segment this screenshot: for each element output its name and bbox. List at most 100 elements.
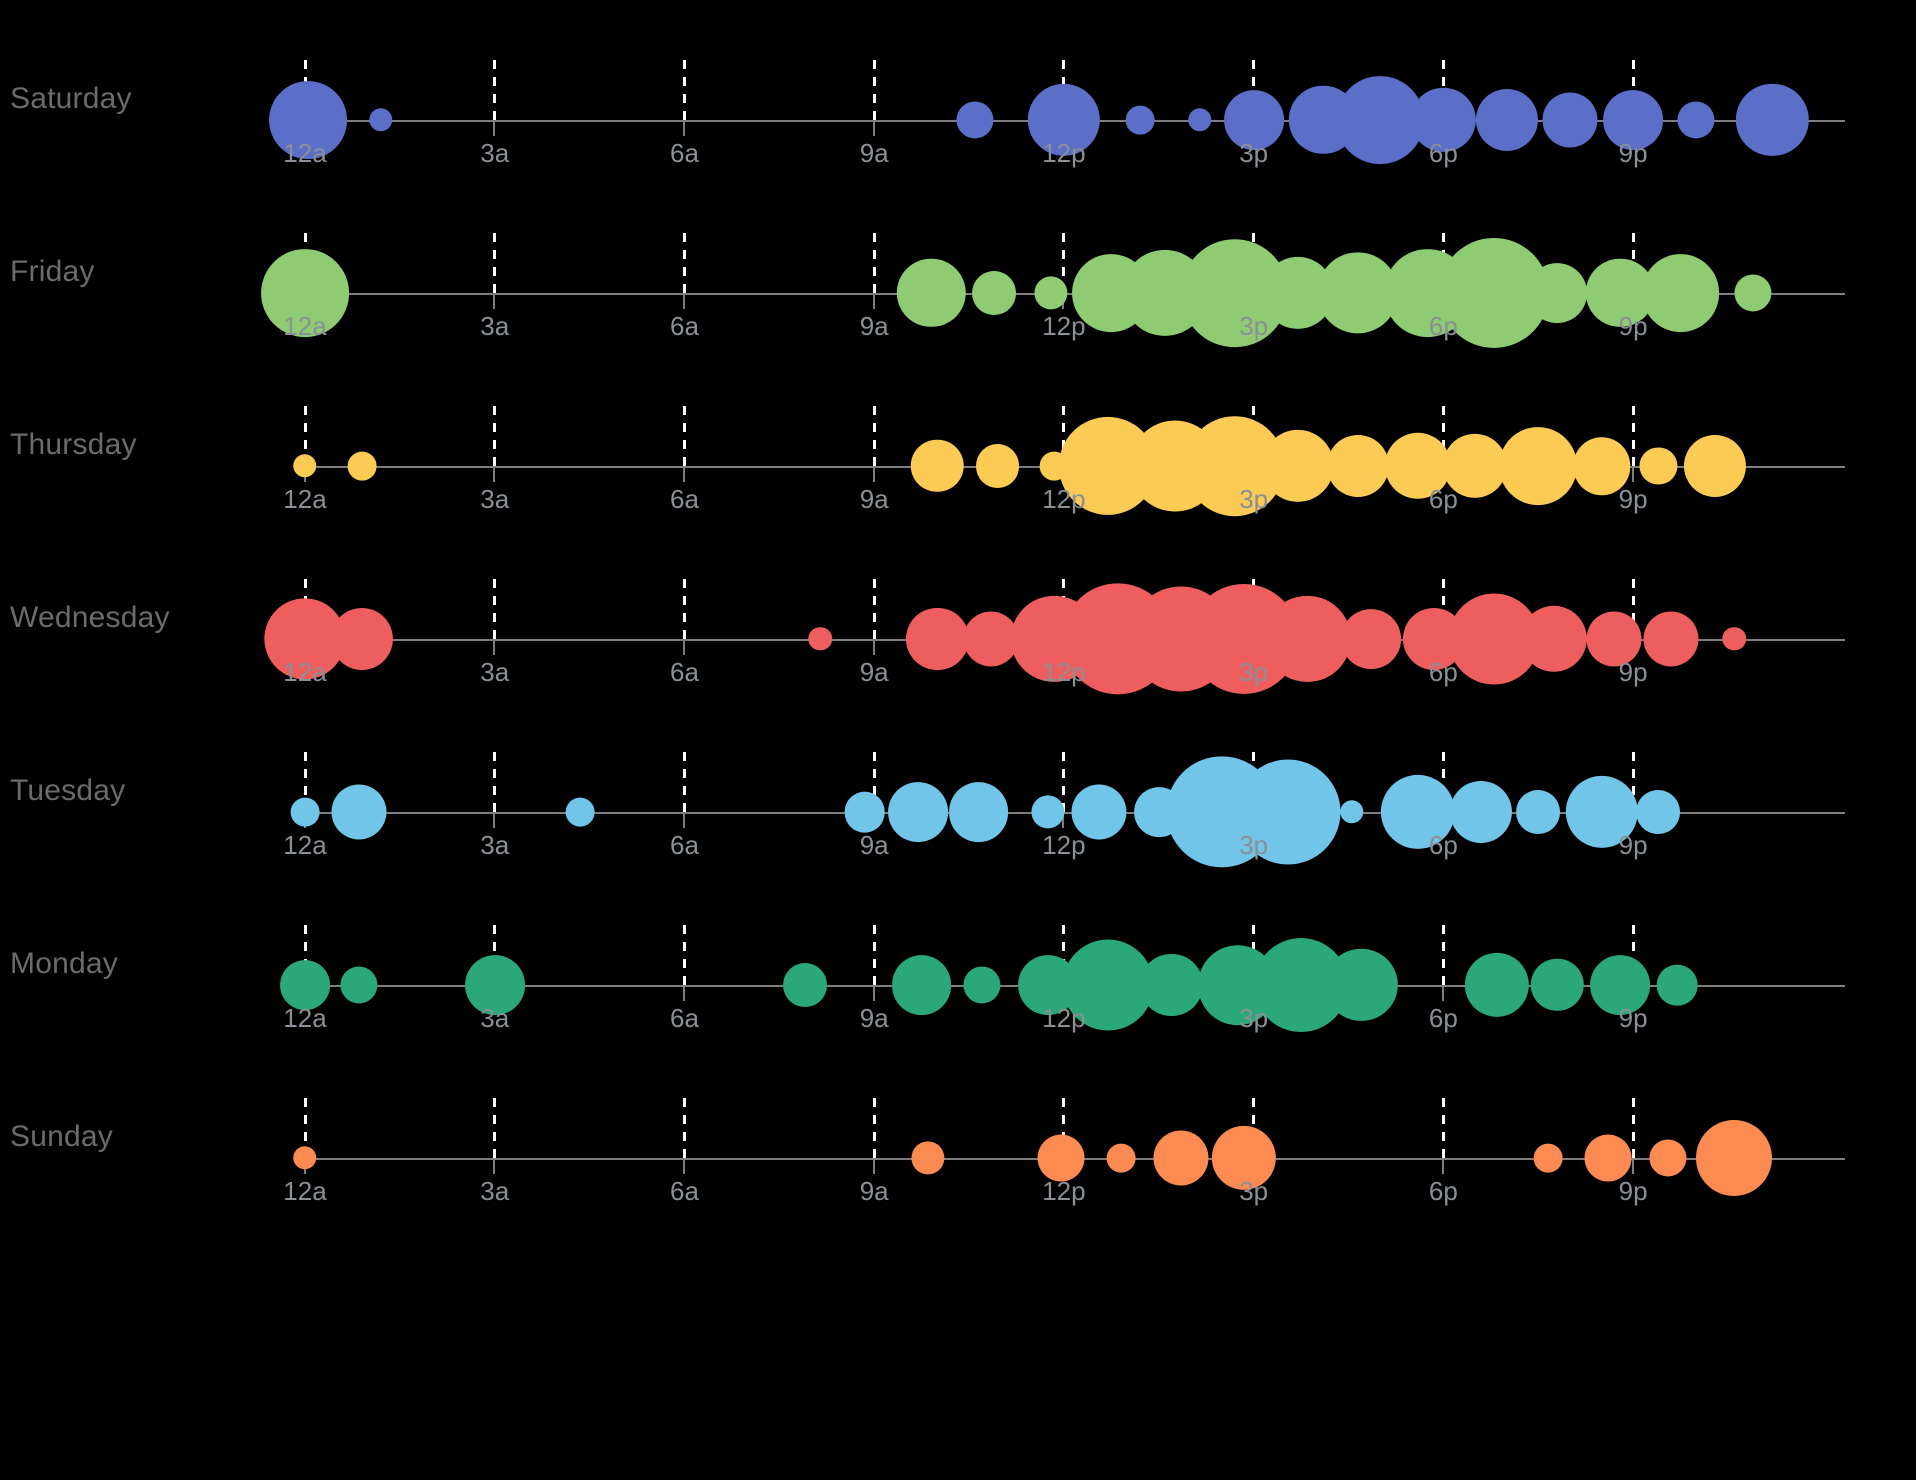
tick-label-3p: 3p	[1239, 657, 1269, 687]
bubble[interactable]	[1736, 83, 1809, 157]
tick-label-9a: 9a	[859, 1176, 889, 1206]
tick-label-12p: 12p	[1042, 1176, 1086, 1206]
tick-label-12p: 12p	[1042, 830, 1086, 860]
bubble[interactable]	[808, 627, 833, 651]
bubble[interactable]	[369, 108, 393, 132]
bubble[interactable]	[956, 101, 994, 139]
bubble[interactable]	[844, 791, 886, 833]
plot-area-thursday: 12a 3a 6a 9a 12p 3p 6p 9p	[283, 354, 1845, 527]
gridline-9a	[872, 233, 876, 293]
bubble[interactable]	[1533, 1143, 1563, 1173]
bubble[interactable]	[1325, 948, 1398, 1022]
bubble[interactable]	[1584, 1134, 1632, 1182]
bubble[interactable]	[948, 782, 1009, 842]
bubble[interactable]	[1722, 627, 1747, 651]
tick-label-6a: 6a	[669, 830, 699, 860]
day-label-monday: Monday	[10, 947, 118, 980]
tick-label-3p: 3p	[1239, 311, 1269, 341]
axis-tick-6a	[682, 295, 685, 309]
bubble[interactable]	[1450, 780, 1513, 844]
bubble[interactable]	[1125, 105, 1155, 135]
bubble[interactable]	[975, 444, 1020, 488]
bubble[interactable]	[331, 784, 387, 840]
bubble[interactable]	[1465, 952, 1530, 1018]
bubble[interactable]	[1734, 274, 1772, 312]
tick-label-12a: 12a	[283, 484, 327, 514]
bubble[interactable]	[1140, 953, 1203, 1017]
tick-label-3p: 3p	[1239, 830, 1269, 860]
bubble[interactable]	[1530, 958, 1584, 1012]
gridline-6a	[682, 233, 686, 293]
bubble[interactable]	[1339, 800, 1364, 824]
bubble[interactable]	[911, 1141, 945, 1175]
bubble[interactable]	[1643, 611, 1699, 667]
bubble[interactable]	[911, 439, 964, 493]
bubble[interactable]	[1475, 88, 1538, 152]
tick-label-6p: 6p	[1428, 657, 1458, 687]
bubble[interactable]	[1527, 263, 1588, 323]
plot-area-saturday: 12a 3a 6a 9a 12p 3p 6p 9p	[269, 8, 1845, 181]
bubble[interactable]	[1326, 434, 1390, 498]
bubble[interactable]	[1641, 254, 1720, 332]
axis-tick-9a	[872, 295, 875, 309]
bubble[interactable]	[1636, 790, 1681, 834]
bubble[interactable]	[906, 607, 969, 671]
bubble[interactable]	[1696, 1119, 1773, 1197]
bubble[interactable]	[888, 782, 949, 842]
tick-label-12p: 12p	[1042, 138, 1086, 168]
bubble[interactable]	[1106, 1143, 1136, 1173]
bubble[interactable]	[891, 955, 952, 1015]
bubble[interactable]	[1677, 101, 1715, 139]
bubble[interactable]	[896, 258, 966, 328]
bubble[interactable]	[293, 454, 317, 478]
bubble[interactable]	[1516, 790, 1561, 834]
tick-label-9p: 9p	[1618, 1176, 1648, 1206]
bubble[interactable]	[1649, 1139, 1687, 1177]
axis-tick-6a	[682, 1160, 685, 1174]
bubble[interactable]	[293, 1146, 317, 1170]
tick-label-12a: 12a	[283, 311, 327, 341]
plot-area-tuesday: 12a 3a 6a 9a 12p 3p 6p 9p	[283, 700, 1845, 873]
bubble[interactable]	[1031, 795, 1065, 829]
tick-label-9p: 9p	[1618, 1003, 1648, 1033]
bubble[interactable]	[1542, 92, 1598, 148]
bubble[interactable]	[565, 797, 595, 827]
bubble[interactable]	[1264, 595, 1351, 683]
axis-tick-6a	[682, 814, 685, 828]
bubble[interactable]	[1657, 964, 1698, 1006]
bubble[interactable]	[782, 963, 827, 1007]
tick-label-9p: 9p	[1618, 138, 1648, 168]
gridline-6a	[682, 925, 686, 985]
bubble[interactable]	[1684, 434, 1747, 498]
bubble[interactable]	[963, 966, 1001, 1004]
tick-label-9a: 9a	[859, 484, 889, 514]
tick-label-12p: 12p	[1042, 1003, 1086, 1033]
bubble[interactable]	[1037, 1134, 1085, 1182]
bubble[interactable]	[340, 966, 378, 1004]
bubble[interactable]	[347, 451, 377, 481]
bubble[interactable]	[290, 797, 320, 827]
tick-label-12p: 12p	[1042, 311, 1086, 341]
gridline-3a	[493, 60, 497, 120]
bubble[interactable]	[1639, 447, 1677, 485]
gridline-6a	[682, 406, 686, 466]
gridline-3a	[493, 752, 497, 812]
bubble[interactable]	[1520, 605, 1588, 673]
day-row-tuesday: Tuesday 12a 3a 6a 9a 12p 3p 6p 9p	[0, 700, 1916, 873]
day-label-thursday: Thursday	[10, 428, 137, 461]
tick-label-6p: 6p	[1428, 1003, 1458, 1033]
bubble[interactable]	[1188, 108, 1212, 132]
tick-label-6a: 6a	[669, 1003, 699, 1033]
bubble[interactable]	[1340, 609, 1401, 669]
bubble[interactable]	[1499, 427, 1578, 505]
bubble[interactable]	[1153, 1130, 1209, 1186]
axis-tick-9p	[1631, 468, 1634, 482]
day-label-friday: Friday	[10, 255, 95, 288]
axis-tick-6p	[1441, 1160, 1444, 1174]
gridline-9a	[872, 925, 876, 985]
bubble[interactable]	[330, 607, 393, 671]
bubble[interactable]	[972, 271, 1017, 315]
plot-area-sunday: 12a 3a 6a 9a 12p 3p 6p 9p	[283, 1046, 1845, 1219]
bubble[interactable]	[1261, 429, 1335, 503]
gridline-9p	[1631, 406, 1635, 466]
